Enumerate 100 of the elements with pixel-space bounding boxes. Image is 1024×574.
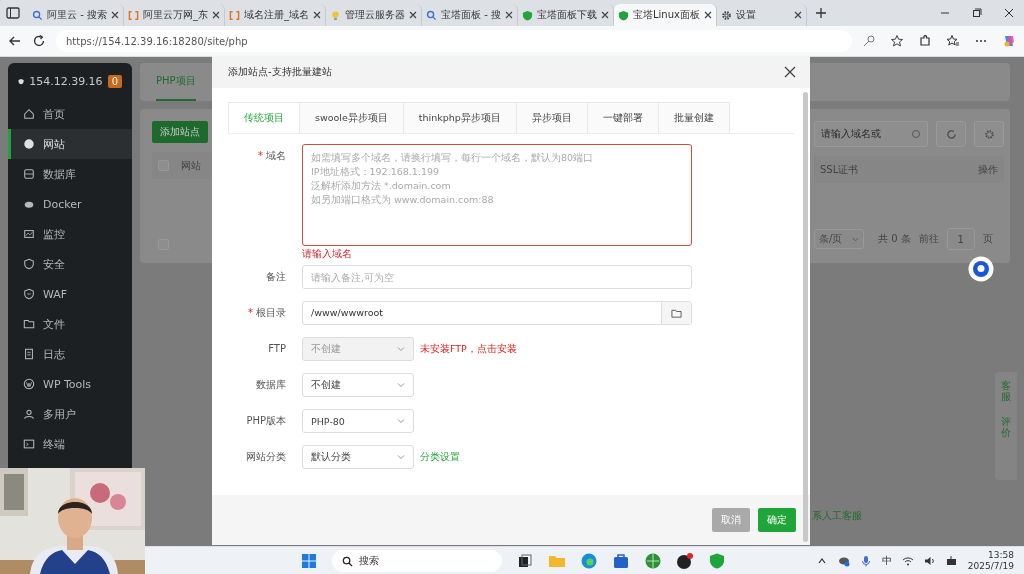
folder-button[interactable] bbox=[661, 302, 691, 324]
favorites-icon[interactable] bbox=[946, 34, 960, 48]
page-label: 页 bbox=[982, 232, 993, 246]
bracket-icon bbox=[127, 9, 139, 21]
gear-icon bbox=[720, 9, 732, 21]
caret-icon bbox=[397, 345, 405, 353]
column-header: SSL证书 bbox=[820, 162, 859, 177]
scrollbar[interactable] bbox=[803, 92, 808, 542]
field-label: PHP版本 bbox=[245, 414, 287, 428]
bulb-icon bbox=[329, 9, 341, 21]
close-icon[interactable] bbox=[110, 11, 119, 19]
gear-icon bbox=[983, 128, 995, 140]
close-icon[interactable] bbox=[312, 11, 321, 19]
search-field[interactable]: 搜索 bbox=[332, 550, 502, 572]
browser-icon[interactable] bbox=[580, 552, 598, 570]
clock-time[interactable]: 13:58 bbox=[988, 550, 1014, 561]
record-icon[interactable] bbox=[676, 552, 694, 570]
folder-icon bbox=[23, 318, 35, 330]
dropdown[interactable]: 默认分类 bbox=[302, 445, 414, 469]
field-label: * 域名 bbox=[257, 149, 287, 163]
wordpress-icon bbox=[23, 378, 35, 390]
sidebar-item[interactable]: WP Tools bbox=[8, 369, 132, 399]
bracket-icon bbox=[228, 9, 240, 21]
tab-actions-icon[interactable] bbox=[6, 7, 20, 19]
goto-label: 前往 bbox=[918, 232, 939, 246]
caret-icon bbox=[397, 381, 405, 389]
field-label: 备注 bbox=[265, 270, 287, 284]
dialog-tab[interactable]: 异步项目 bbox=[515, 102, 588, 133]
text-field[interactable]: 请输入备注,可为空 bbox=[302, 265, 692, 289]
field-label: * 根目录 bbox=[247, 306, 287, 320]
shield-icon[interactable] bbox=[708, 552, 726, 570]
sidebar-item[interactable]: 监控 bbox=[8, 219, 132, 249]
extensions-icon[interactable] bbox=[918, 34, 932, 48]
browser-tab[interactable]: 宝塔Linux面板 bbox=[613, 4, 717, 26]
battery-icon[interactable] bbox=[945, 555, 958, 567]
dropdown[interactable]: PHP-80 bbox=[302, 409, 414, 433]
database-icon bbox=[23, 168, 35, 180]
reload-icon[interactable] bbox=[32, 34, 46, 48]
close-icon[interactable] bbox=[703, 11, 712, 19]
store-icon[interactable] bbox=[612, 552, 630, 570]
cloud-icon[interactable] bbox=[837, 555, 850, 567]
sidebar-item[interactable]: Docker bbox=[8, 189, 132, 219]
dialog-tab[interactable]: 批量创建 bbox=[657, 102, 730, 133]
close-icon[interactable] bbox=[784, 66, 796, 78]
speaker-icon[interactable] bbox=[923, 555, 936, 567]
count-badge: 0 bbox=[107, 74, 122, 88]
close-icon[interactable] bbox=[504, 11, 513, 19]
sidebar-item[interactable]: 终端 bbox=[8, 429, 132, 459]
search-icon bbox=[425, 9, 437, 21]
folder-icon bbox=[671, 307, 682, 319]
sidebar-item[interactable]: 数据库 bbox=[8, 159, 132, 189]
sidebar-item[interactable]: 首页 bbox=[8, 99, 132, 129]
add-site-button[interactable]: 添加站点 bbox=[152, 121, 208, 143]
close-icon[interactable] bbox=[600, 11, 609, 19]
path-field[interactable]: /www/wwwroot bbox=[302, 301, 692, 325]
dialog-tab[interactable]: thinkphp异步项目 bbox=[402, 102, 517, 133]
close-icon[interactable] bbox=[793, 11, 802, 19]
shield-icon bbox=[617, 9, 629, 21]
back-icon[interactable] bbox=[8, 34, 22, 48]
address-bar[interactable]: https://154.12.39.16:18280/site/php bbox=[56, 30, 852, 52]
user-icon bbox=[23, 408, 35, 420]
globe-icon[interactable] bbox=[644, 552, 662, 570]
search-field[interactable]: 请输入域名或 bbox=[814, 121, 928, 147]
dialog-tab[interactable]: 一键部署 bbox=[586, 102, 659, 133]
clock-date[interactable]: 2025/7/19 bbox=[967, 561, 1014, 572]
mic-icon[interactable] bbox=[859, 555, 872, 567]
close-icon[interactable] bbox=[1004, 8, 1014, 18]
close-icon[interactable] bbox=[408, 11, 417, 19]
dropdown[interactable]: 不创建 bbox=[302, 373, 414, 397]
field-label: FTP bbox=[267, 342, 287, 356]
column-header: 网站 bbox=[181, 158, 201, 173]
sidebar-item[interactable]: 多用户 bbox=[8, 399, 132, 429]
column-header: 操作 bbox=[978, 162, 998, 177]
field-label: 数据库 bbox=[255, 378, 287, 392]
sidebar-item[interactable]: 安全 bbox=[8, 249, 132, 279]
search-icon bbox=[342, 555, 353, 567]
new-tab-icon[interactable] bbox=[814, 7, 827, 19]
chat-bubble-icon[interactable] bbox=[968, 256, 994, 282]
caret-icon bbox=[852, 235, 859, 243]
star-icon[interactable] bbox=[890, 34, 904, 48]
restore-icon[interactable] bbox=[972, 8, 982, 18]
start-icon[interactable] bbox=[300, 552, 318, 570]
copilot-icon[interactable] bbox=[1002, 34, 1016, 48]
close-icon[interactable] bbox=[211, 11, 220, 19]
document-icon bbox=[23, 348, 35, 360]
sidebar-item[interactable]: WAF bbox=[8, 279, 132, 309]
caret-icon bbox=[397, 453, 405, 461]
dialog-tab[interactable]: swoole异步项目 bbox=[299, 102, 404, 133]
wifi-icon[interactable] bbox=[901, 555, 914, 567]
sidebar-item[interactable]: 网站 bbox=[8, 129, 132, 159]
sidebar-item[interactable]: 文件 bbox=[8, 309, 132, 339]
server-address: 154.12.39.16 bbox=[29, 74, 103, 88]
error-message: 请输入域名 bbox=[302, 248, 353, 261]
total-count: 共 0 条 bbox=[878, 232, 911, 246]
shield-icon bbox=[23, 288, 35, 300]
task-view-icon[interactable] bbox=[516, 552, 534, 570]
search-icon bbox=[32, 9, 43, 21]
input-method[interactable]: 中 bbox=[881, 554, 892, 568]
key-icon[interactable] bbox=[862, 34, 876, 48]
sidebar-item[interactable]: 日志 bbox=[8, 339, 132, 369]
